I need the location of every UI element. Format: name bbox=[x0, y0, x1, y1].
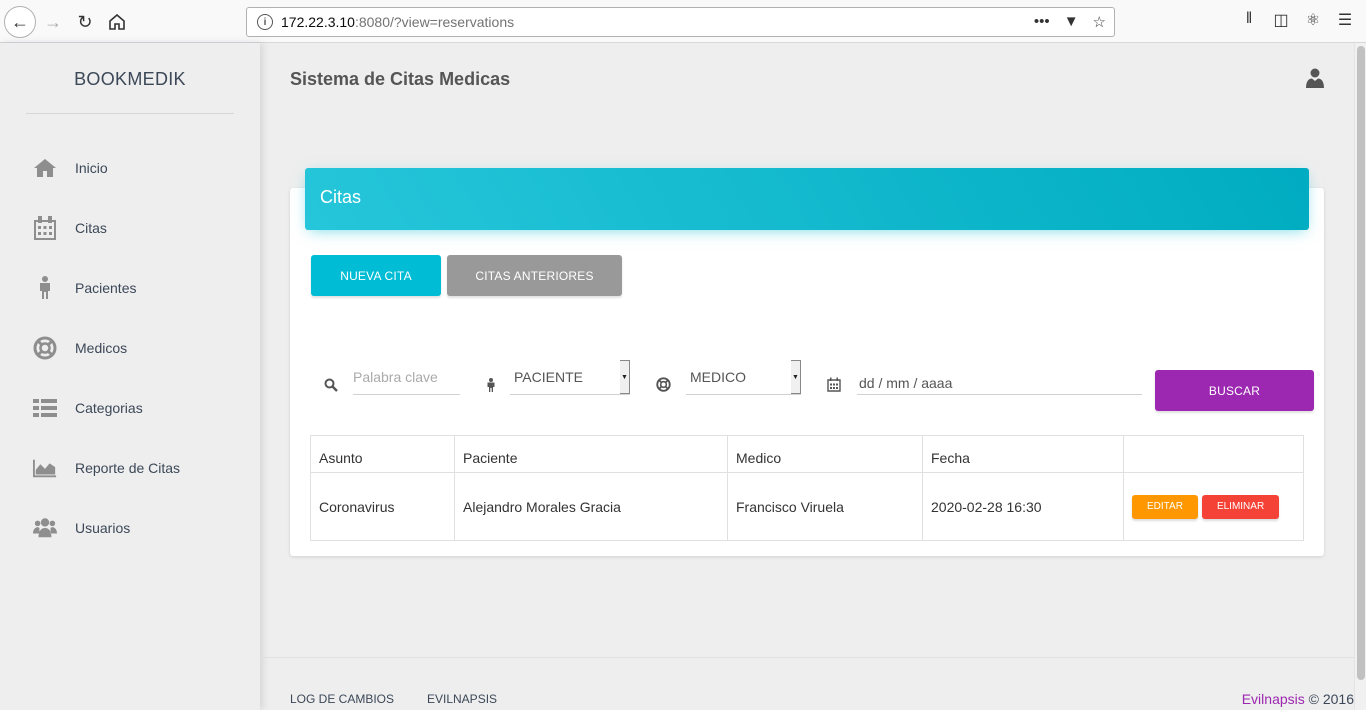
extension-icon[interactable]: ⚛ bbox=[1304, 10, 1322, 30]
date-input[interactable]: dd / mm / aaaa bbox=[857, 372, 1142, 395]
search-icon bbox=[324, 378, 338, 392]
edit-button[interactable]: EDITAR bbox=[1132, 494, 1198, 519]
page-scrollbar[interactable] bbox=[1354, 43, 1366, 710]
person-icon bbox=[33, 276, 57, 300]
doctor-select[interactable]: MEDICO ▼ bbox=[686, 360, 801, 395]
sidebar-item-medicos[interactable]: Medicos bbox=[0, 318, 260, 378]
sidebar-item-label: Usuarios bbox=[75, 520, 131, 536]
chevron-down-icon: ▼ bbox=[620, 360, 630, 394]
column-header-patient: Paciente bbox=[454, 435, 728, 473]
home-icon[interactable] bbox=[102, 7, 132, 37]
chevron-down-icon: ▼ bbox=[791, 360, 801, 394]
sidebar-item-label: Categorias bbox=[75, 400, 143, 416]
sidebar-item-label: Citas bbox=[75, 220, 107, 236]
changelog-link[interactable]: LOG DE CAMBIOS bbox=[290, 692, 394, 706]
sidebar-item-citas[interactable]: Citas bbox=[0, 198, 260, 258]
person-icon bbox=[486, 378, 496, 392]
copyright: Evilnapsis © 2016 bbox=[1242, 691, 1354, 707]
address-bar[interactable]: i 172.22.3.10:8080/?view=reservations ••… bbox=[246, 7, 1115, 37]
brand-logo[interactable]: BOOKMEDIK bbox=[0, 43, 260, 113]
search-button[interactable]: BUSCAR bbox=[1155, 370, 1314, 411]
lifebuoy-icon bbox=[656, 377, 671, 392]
table-header-row: Asunto Paciente Medico Fecha bbox=[310, 435, 1304, 473]
table-row: Coronavirus Alejandro Morales Gracia Fra… bbox=[310, 472, 1304, 541]
column-header-date: Fecha bbox=[922, 435, 1124, 473]
pocket-icon[interactable]: ▼ bbox=[1064, 13, 1079, 31]
sidebar-item-usuarios[interactable]: Usuarios bbox=[0, 498, 260, 558]
cell-patient: Alejandro Morales Gracia bbox=[454, 472, 728, 541]
sidebar-item-reporte[interactable]: Reporte de Citas bbox=[0, 438, 260, 498]
user-profile-icon[interactable] bbox=[1306, 68, 1326, 90]
patient-select-value: PACIENTE bbox=[514, 369, 583, 385]
brand-divider bbox=[26, 113, 234, 114]
reload-icon[interactable]: ↻ bbox=[70, 7, 100, 37]
sidebar-item-categorias[interactable]: Categorias bbox=[0, 378, 260, 438]
cell-doctor: Francisco Viruela bbox=[727, 472, 923, 541]
area-chart-icon bbox=[33, 456, 57, 480]
url-host: 172.22.3.10 bbox=[281, 14, 355, 30]
users-icon bbox=[33, 516, 57, 540]
new-appointment-button[interactable]: NUEVA CITA bbox=[311, 255, 441, 296]
delete-button[interactable]: ELIMINAR bbox=[1201, 494, 1280, 519]
copyright-text: © 2016 bbox=[1304, 691, 1354, 707]
column-header-actions bbox=[1123, 435, 1304, 473]
sidebar-item-pacientes[interactable]: Pacientes bbox=[0, 258, 260, 318]
footer: LOG DE CAMBIOS EVILNAPSIS Evilnapsis © 2… bbox=[260, 657, 1354, 710]
column-header-doctor: Medico bbox=[727, 435, 923, 473]
previous-appointments-button[interactable]: CITAS ANTERIORES bbox=[447, 255, 622, 296]
info-icon[interactable]: i bbox=[257, 14, 273, 30]
more-actions-icon[interactable]: ••• bbox=[1034, 13, 1050, 31]
cell-subject: Coronavirus bbox=[310, 472, 455, 541]
copyright-brand-link[interactable]: Evilnapsis bbox=[1242, 691, 1305, 707]
url-path: :8080/?view=reservations bbox=[354, 14, 515, 30]
sidebar-nav: Inicio Citas Pacientes Medicos Categoria… bbox=[0, 138, 260, 558]
patient-select[interactable]: PACIENTE ▼ bbox=[510, 360, 630, 395]
sidebar-item-label: Medicos bbox=[75, 340, 128, 356]
forward-arrow-icon[interactable]: → bbox=[38, 7, 68, 37]
page-title: Sistema de Citas Medicas bbox=[290, 69, 511, 89]
scrollbar-thumb[interactable] bbox=[1357, 46, 1365, 680]
keyword-input[interactable]: Palabra clave bbox=[353, 360, 460, 395]
sidebar-item-inicio[interactable]: Inicio bbox=[0, 138, 260, 198]
reservations-table: Asunto Paciente Medico Fecha Coronavirus… bbox=[310, 435, 1304, 541]
card-header: Citas bbox=[305, 168, 1309, 230]
sidebar: BOOKMEDIK Inicio Citas Pacientes Medicos bbox=[0, 43, 260, 710]
cell-date: 2020-02-28 16:30 bbox=[922, 472, 1124, 541]
sidebar-item-label: Inicio bbox=[75, 160, 108, 176]
lifebuoy-icon bbox=[33, 336, 57, 360]
doctor-select-value: MEDICO bbox=[690, 369, 746, 385]
bookmark-star-icon[interactable]: ☆ bbox=[1093, 13, 1106, 31]
evilnapsis-link[interactable]: EVILNAPSIS bbox=[427, 692, 497, 706]
home-icon bbox=[33, 156, 57, 180]
sidebar-item-label: Reporte de Citas bbox=[75, 460, 181, 476]
sidebar-item-label: Pacientes bbox=[75, 280, 137, 296]
list-icon bbox=[33, 396, 57, 420]
library-icon[interactable]: ‖ bbox=[1240, 10, 1258, 30]
cell-actions: EDITAR ELIMINAR bbox=[1123, 472, 1304, 541]
menu-hamburger-icon[interactable]: ☰ bbox=[1336, 10, 1354, 30]
calendar-icon bbox=[827, 377, 841, 392]
sidebar-toggle-icon[interactable]: ◫ bbox=[1272, 10, 1290, 30]
calendar-icon bbox=[33, 216, 57, 240]
column-header-subject: Asunto bbox=[310, 435, 455, 473]
back-arrow-icon[interactable]: ← bbox=[4, 6, 36, 38]
browser-toolbar: ← → ↻ i 172.22.3.10:8080/?view=reservati… bbox=[0, 0, 1366, 43]
